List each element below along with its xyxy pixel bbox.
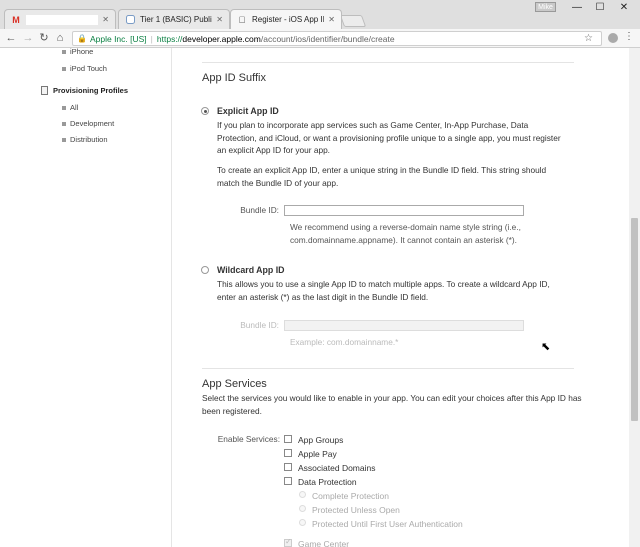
wildcard-app-id-description: This allows you to use a single App ID t… bbox=[217, 279, 550, 302]
gmail-icon: M bbox=[12, 14, 20, 25]
sidebar-section-label: Provisioning Profiles bbox=[53, 86, 129, 95]
explicit-app-id-title: Explicit App ID bbox=[217, 106, 279, 116]
sidebar-item-label: All bbox=[70, 103, 79, 112]
app-services-description: Select the services you would like to en… bbox=[202, 393, 582, 416]
sidebar-item-label: iPod Touch bbox=[70, 64, 107, 73]
divider bbox=[202, 368, 574, 369]
apple-pay-label: Apple Pay bbox=[298, 449, 337, 459]
app-groups-checkbox[interactable] bbox=[284, 435, 292, 443]
explicit-app-id-description: If you plan to incorporate app services … bbox=[217, 120, 561, 155]
bullet-icon bbox=[62, 49, 66, 54]
complete-protection-label: Complete Protection bbox=[312, 491, 390, 501]
close-window-icon[interactable]: ✕ bbox=[614, 2, 634, 13]
minimize-icon[interactable]: — bbox=[567, 2, 587, 13]
reload-icon[interactable]: ↻ bbox=[37, 32, 51, 44]
site-identity[interactable]: Apple Inc. [US] bbox=[90, 34, 147, 44]
wildcard-app-id-radio[interactable] bbox=[201, 266, 209, 274]
tab-title bbox=[26, 14, 99, 25]
explicit-app-id-instructions: To create an explicit App ID, enter a un… bbox=[217, 165, 547, 188]
bundle-id-label: Bundle ID: bbox=[240, 205, 279, 215]
new-tab-button[interactable] bbox=[339, 15, 367, 27]
url-host: developer.apple.com bbox=[182, 33, 261, 44]
bundle-id-input[interactable] bbox=[284, 205, 524, 216]
bookmark-star-icon[interactable]: ☆ bbox=[584, 33, 593, 44]
apple-pay-checkbox[interactable] bbox=[284, 449, 292, 457]
protected-until-first-auth-radio[interactable] bbox=[299, 519, 306, 526]
sidebar-item-distribution[interactable]: Distribution bbox=[62, 135, 108, 144]
address-bar[interactable]: 🔒 Apple Inc. [US] | https:// developer.a… bbox=[72, 31, 602, 46]
complete-protection-radio[interactable] bbox=[299, 491, 306, 498]
associated-domains-label: Associated Domains bbox=[298, 463, 376, 473]
sidebar-item-iphone[interactable]: iPhone bbox=[62, 47, 93, 56]
tab-title: Tier 1 (BASIC) Publishing bbox=[140, 15, 212, 24]
close-icon[interactable]: ✕ bbox=[102, 15, 109, 24]
wildcard-bundle-id-hint: Example: com.domainname.* bbox=[290, 337, 399, 347]
wildcard-bundle-id-label: Bundle ID: bbox=[240, 320, 279, 330]
tab-tier1[interactable]: Tier 1 (BASIC) Publishing ✕ bbox=[118, 9, 230, 29]
sidebar-item-label: Development bbox=[70, 119, 115, 128]
main-panel: App ID Suffix Explicit App ID If you pla… bbox=[172, 48, 627, 547]
tab-gmail[interactable]: M ✕ bbox=[4, 9, 116, 29]
sidebar-section-provisioning[interactable]: Provisioning Profiles bbox=[41, 86, 128, 95]
url-path: /account/ios/identifier/bundle/create bbox=[260, 33, 395, 44]
explicit-app-id-radio[interactable] bbox=[201, 107, 209, 115]
wildcard-app-id-title: Wildcard App ID bbox=[217, 265, 285, 275]
divider bbox=[202, 62, 574, 63]
sidebar-item-ipod-touch[interactable]: iPod Touch bbox=[62, 64, 107, 73]
profile-button[interactable]: Mike bbox=[535, 2, 556, 12]
apple-icon:  bbox=[237, 15, 247, 25]
app-groups-label: App Groups bbox=[298, 435, 344, 445]
tab-title: Register - iOS App IDs - bbox=[252, 15, 324, 24]
app-services-heading: App Services bbox=[202, 378, 267, 390]
bullet-icon bbox=[62, 121, 66, 126]
app-id-suffix-heading: App ID Suffix bbox=[202, 72, 266, 84]
sidebar: iPhone iPod Touch Provisioning Profiles … bbox=[32, 47, 172, 547]
wildcard-bundle-id-input[interactable] bbox=[284, 320, 524, 331]
protected-unless-open-label: Protected Unless Open bbox=[312, 505, 400, 515]
address-separator: | bbox=[150, 33, 153, 44]
extension-icon[interactable] bbox=[608, 33, 618, 43]
bullet-icon bbox=[62, 105, 66, 110]
associated-domains-checkbox[interactable] bbox=[284, 463, 292, 471]
page-content: iPhone iPod Touch Provisioning Profiles … bbox=[0, 47, 640, 547]
close-icon[interactable]: ✕ bbox=[328, 15, 335, 24]
data-protection-checkbox[interactable] bbox=[284, 477, 292, 485]
close-icon[interactable]: ✕ bbox=[216, 15, 223, 24]
sidebar-item-label: Distribution bbox=[70, 135, 108, 144]
home-icon[interactable]: ⌂ bbox=[53, 32, 67, 44]
scrollbar-thumb[interactable] bbox=[631, 218, 638, 421]
url-scheme: https:// bbox=[156, 33, 183, 44]
page-icon bbox=[125, 15, 135, 25]
enable-services-label: Enable Services: bbox=[217, 434, 280, 444]
back-icon[interactable]: ← bbox=[4, 32, 18, 44]
game-center-checkbox bbox=[284, 537, 292, 547]
address-toolbar: ← → ↻ ⌂ 🔒 Apple Inc. [US] | https:// dev… bbox=[0, 29, 640, 48]
data-protection-label: Data Protection bbox=[298, 477, 357, 487]
mouse-cursor-icon: ⬉ bbox=[541, 341, 551, 353]
sidebar-item-all[interactable]: All bbox=[62, 103, 78, 112]
bundle-id-hint: We recommend using a reverse-domain name… bbox=[290, 222, 521, 245]
game-center-label: Game Center bbox=[298, 539, 350, 547]
tab-register[interactable]:  Register - iOS App IDs - ✕ bbox=[230, 9, 342, 29]
protected-until-first-auth-label: Protected Until First User Authenticatio… bbox=[312, 519, 463, 529]
sidebar-item-development[interactable]: Development bbox=[62, 119, 114, 128]
bullet-icon bbox=[62, 137, 66, 142]
sidebar-item-label: iPhone bbox=[70, 47, 94, 56]
forward-icon[interactable]: → bbox=[21, 32, 35, 44]
menu-icon[interactable]: ⋮ bbox=[624, 31, 634, 42]
lock-icon: 🔒 bbox=[77, 34, 87, 43]
document-icon bbox=[41, 86, 48, 95]
protected-unless-open-radio[interactable] bbox=[299, 505, 306, 512]
maximize-icon[interactable]: ☐ bbox=[590, 2, 610, 13]
page-scrollbar[interactable] bbox=[629, 48, 640, 547]
bullet-icon bbox=[62, 66, 66, 71]
tab-strip: M ✕ Tier 1 (BASIC) Publishing ✕  Regist… bbox=[0, 0, 640, 29]
